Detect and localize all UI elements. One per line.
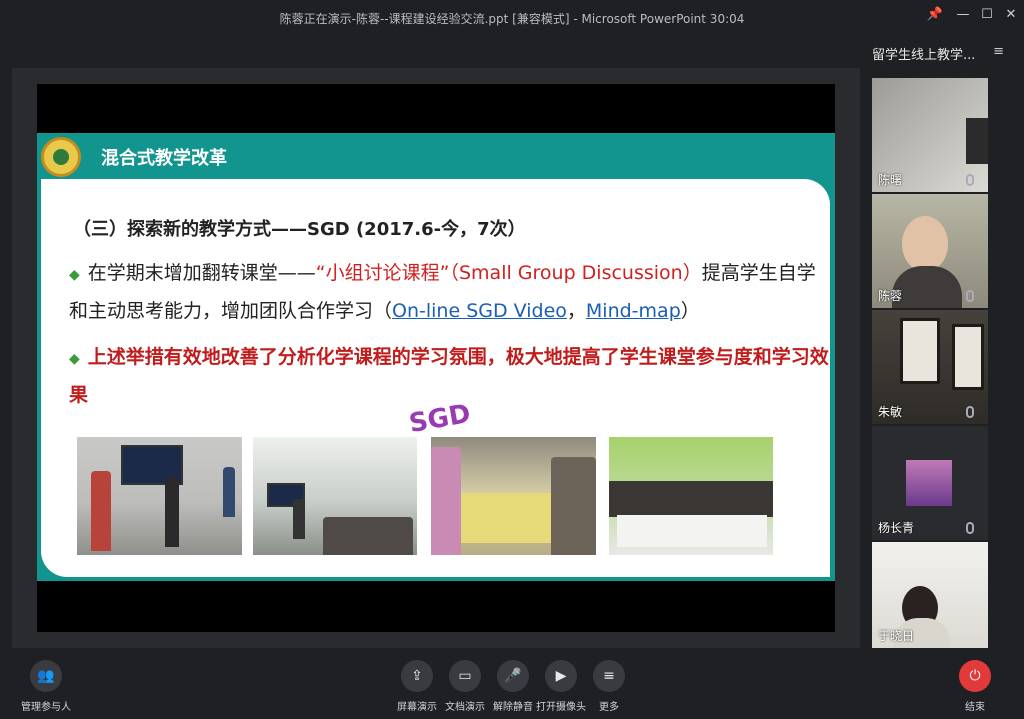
list-view-icon[interactable]: ≡ bbox=[993, 44, 1004, 59]
slide-body: （三）探索新的教学方式——SGD (2017.6-今，7次） ◆ 在学期末增加翻转… bbox=[41, 179, 830, 577]
bullet-1-highlight: “小组讨论课程”（Small Group Discussion） bbox=[315, 262, 702, 284]
more-button[interactable]: ≡ 更多 bbox=[577, 660, 641, 713]
participant-name: 朱敏 bbox=[878, 405, 903, 419]
classroom-photo-1 bbox=[77, 437, 242, 555]
participant-name: 陈曙 bbox=[878, 173, 903, 187]
screen-share-icon: ⇪ bbox=[401, 660, 433, 692]
bullet-1-suffix: ） bbox=[680, 300, 700, 322]
participant-tile[interactable]: 陈蓉 bbox=[872, 194, 988, 308]
mic-muted-icon bbox=[966, 406, 974, 418]
title-bar: 陈蓉正在演示-陈蓉--课程建设经验交流.ppt [兼容模式] - Microso… bbox=[0, 0, 1024, 34]
more-label: 更多 bbox=[599, 702, 619, 713]
power-icon: ⏻ bbox=[959, 660, 991, 692]
participant-tile[interactable]: 朱敏 bbox=[872, 310, 988, 424]
pin-icon[interactable]: 📌 bbox=[924, 4, 946, 26]
maximize-button[interactable]: ☐ bbox=[976, 4, 998, 26]
participant-name: 于晓日 bbox=[878, 629, 915, 643]
menu-icon: ≡ bbox=[593, 660, 625, 692]
document-icon: ▭ bbox=[449, 660, 481, 692]
slide-header: 混合式教学改革 bbox=[37, 133, 835, 177]
mic-muted-icon: 🎤 bbox=[497, 660, 529, 692]
participant-tile[interactable]: 陈曙 bbox=[872, 78, 988, 192]
participant-tile[interactable]: 杨长青 bbox=[872, 426, 988, 540]
sgd-video-link[interactable]: On-line SGD Video bbox=[392, 300, 567, 322]
close-button[interactable]: ✕ bbox=[1000, 4, 1022, 26]
meeting-window: 陈蓉正在演示-陈蓉--课程建设经验交流.ppt [兼容模式] - Microso… bbox=[0, 0, 1024, 719]
people-icon: 👥 bbox=[30, 660, 62, 692]
manage-participants-label: 管理参与人 bbox=[21, 702, 71, 713]
diamond-bullet-icon: ◆ bbox=[69, 351, 80, 367]
classroom-photo-4 bbox=[609, 437, 773, 555]
end-label: 结束 bbox=[965, 702, 985, 713]
bullet-2-text: 上述举措有效地改善了分析化学课程的学习氛围，极大地提高了学生课堂参与度和学习效果 bbox=[69, 346, 829, 406]
participant-tile[interactable]: 于晓日 bbox=[872, 542, 988, 648]
meeting-toolbar: 👥 管理参与人 ⇪ 屏幕演示 ▭ 文档演示 🎤 解除静音 ▶ 打开摄像头 ≡ 更… bbox=[0, 652, 1024, 719]
mic-icon bbox=[966, 522, 974, 534]
diamond-bullet-icon: ◆ bbox=[69, 267, 80, 283]
end-meeting-button[interactable]: ⏻ 结束 bbox=[943, 660, 1007, 713]
mic-icon bbox=[966, 290, 974, 302]
participant-name: 陈蓉 bbox=[878, 289, 903, 303]
mic-muted-icon bbox=[966, 174, 974, 186]
bullet-1-sep: ， bbox=[566, 300, 586, 322]
manage-participants-button[interactable]: 👥 管理参与人 bbox=[14, 660, 78, 713]
bullet-1: ◆ 在学期末增加翻转课堂——“小组讨论课程”（Small Group Discus… bbox=[69, 255, 829, 329]
window-title: 陈蓉正在演示-陈蓉--课程建设经验交流.ppt [兼容模式] - Microso… bbox=[279, 12, 745, 26]
camera-off-icon: ▶ bbox=[545, 660, 577, 692]
presentation-slide: 混合式教学改革 （三）探索新的教学方式——SGD (2017.6-今，7次） ◆… bbox=[37, 133, 835, 581]
avatar bbox=[906, 460, 952, 506]
minimize-button[interactable]: — bbox=[952, 4, 974, 26]
slide-title: 混合式教学改革 bbox=[101, 148, 227, 169]
slide-heading: （三）探索新的教学方式——SGD (2017.6-今，7次） bbox=[73, 219, 526, 240]
classroom-photo-3 bbox=[431, 437, 596, 555]
university-logo bbox=[41, 137, 81, 177]
participant-panel: 留学生线上教学... ≡ 陈曙 陈蓉 朱敏 杨长青 于晓日 bbox=[864, 36, 1024, 648]
participant-name: 杨长青 bbox=[878, 521, 915, 535]
mind-map-link[interactable]: Mind-map bbox=[586, 300, 681, 322]
meeting-title: 留学生线上教学... bbox=[872, 48, 976, 63]
bullet-1-prefix: 在学期末增加翻转课堂—— bbox=[87, 262, 316, 284]
classroom-photo-2 bbox=[253, 437, 417, 555]
